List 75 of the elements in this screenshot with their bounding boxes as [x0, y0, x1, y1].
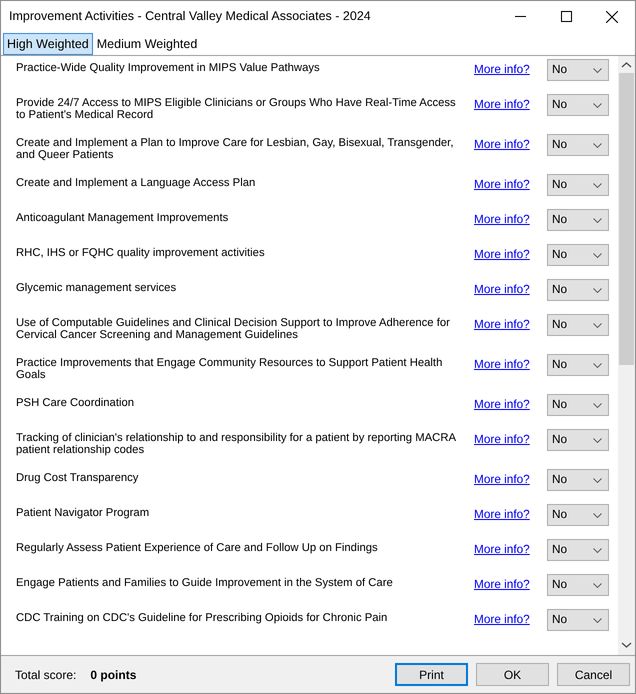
total-score-label: Total score: — [15, 666, 76, 684]
tab[interactable]: Medium Weighted — [92, 33, 202, 55]
more-info-link[interactable]: More info? — [474, 211, 530, 229]
answer-dropdown[interactable]: No — [547, 354, 609, 376]
activity-name: Patient Navigator Program — [16, 506, 150, 519]
chevron-down-icon — [593, 252, 602, 258]
chevron-down-icon — [593, 478, 602, 482]
chevron-down-icon — [593, 582, 602, 588]
activity-name: Create and Implement a Language Access Plan — [16, 176, 256, 189]
dialog-button[interactable]: OK — [476, 663, 549, 686]
answer-dropdown[interactable]: No — [547, 609, 609, 631]
more-info-link[interactable]: More info? — [474, 96, 530, 114]
answer-dropdown[interactable]: No — [547, 59, 609, 81]
chevron-down-icon — [593, 402, 602, 408]
activity-name: Practice-Wide Quality Improvement in MIPS Value Pathways — [16, 61, 321, 74]
answer-dropdown[interactable]: No — [547, 504, 609, 526]
answer-dropdown[interactable]: No — [547, 469, 609, 491]
chevron-down-icon — [593, 68, 602, 72]
window-title: Improvement Activities - Central Valley Medical Associates - 2024 — [9, 8, 372, 26]
chevron-down-icon — [593, 322, 602, 328]
answer-dropdown[interactable]: No — [547, 539, 609, 561]
more-info-link[interactable]: More info? — [474, 506, 530, 524]
activity-name: Glycemic management services — [16, 281, 178, 294]
more-info-link[interactable]: More info? — [474, 246, 530, 264]
more-info-link[interactable]: More info? — [474, 61, 530, 79]
activity-name: Anticoagulant Management Improvements — [16, 211, 230, 224]
tab[interactable]: High Weighted — [3, 33, 93, 55]
answer-dropdown[interactable]: No — [547, 394, 609, 416]
activity-name: CDC Training on CDC's Guideline for Prescribing Opioids for Chronic Pain — [16, 611, 388, 624]
answer-dropdown[interactable]: No — [547, 429, 609, 451]
chevron-down-icon — [593, 142, 602, 148]
answer-dropdown[interactable]: No — [547, 279, 609, 301]
chevron-down-icon — [593, 218, 602, 222]
activity-name: Create and Implement a Plan to Improve Care for Lesbian, Gay, Bisexual, Transgender, and Queer Patients — [16, 136, 454, 161]
answer-dropdown[interactable]: No — [547, 134, 609, 156]
total-score-value: 0 points — [90, 666, 138, 684]
chevron-down-icon — [593, 102, 602, 108]
more-info-link[interactable]: More info? — [474, 431, 530, 449]
answer-dropdown[interactable]: No — [547, 574, 609, 596]
chevron-down-icon — [593, 288, 602, 292]
activity-name: Practice Improvements that Engage Community Resources to Support Patient Health Goals — [16, 356, 444, 381]
chevron-down-icon — [593, 362, 602, 368]
chevron-down-icon — [593, 618, 602, 622]
chevron-down-icon — [593, 182, 602, 188]
chevron-down-icon — [593, 438, 602, 442]
activity-name: RHC, IHS or FQHC quality improvement activities — [16, 246, 266, 259]
scrollbar[interactable] — [618, 56, 635, 655]
more-info-link[interactable]: More info? — [474, 471, 530, 489]
more-info-link[interactable]: More info? — [474, 176, 530, 194]
dialog-button[interactable]: Print — [395, 663, 468, 686]
activity-name: Use of Computable Guidelines and Clinical Decision Support to Improve Adherence for Cervical Cancer Screening and Management Guidelines — [16, 316, 451, 341]
answer-dropdown[interactable]: No — [547, 174, 609, 196]
maximize-icon — [560, 11, 572, 22]
more-info-link[interactable]: More info? — [474, 281, 530, 299]
more-info-link[interactable]: More info? — [474, 576, 530, 594]
activity-name: Engage Patients and Families to Guide Improvement in the System of Care — [16, 576, 394, 589]
activity-name: Tracking of clinician's relationship to and responsibility for a patient by reporting MACRA patient relationship codes — [16, 431, 457, 456]
more-info-link[interactable]: More info? — [474, 611, 530, 629]
activity-name: Regularly Assess Patient Experience of Care and Follow Up on Findings — [16, 541, 379, 554]
answer-dropdown[interactable]: No — [547, 314, 609, 336]
answer-dropdown[interactable]: No — [547, 94, 609, 116]
answer-dropdown[interactable]: No — [547, 209, 609, 231]
answer-dropdown[interactable]: No — [547, 244, 609, 266]
more-info-link[interactable]: More info? — [474, 396, 530, 414]
activity-name: Provide 24/7 Access to MIPS Eligible Clinicians or Groups Who Have Real-Time Access to Patient's Medical Record — [16, 96, 457, 121]
close-icon — [606, 10, 618, 22]
more-info-link[interactable]: More info? — [474, 541, 530, 559]
activity-name: PSH Care Coordination — [16, 396, 136, 409]
chevron-down-icon — [593, 548, 602, 552]
activity-name: Drug Cost Transparency — [16, 471, 140, 484]
chevron-down-icon — [593, 512, 602, 518]
more-info-link[interactable]: More info? — [474, 136, 530, 154]
more-info-link[interactable]: More info? — [474, 356, 530, 374]
dialog-button[interactable]: Cancel — [557, 663, 630, 686]
more-info-link[interactable]: More info? — [474, 316, 530, 334]
